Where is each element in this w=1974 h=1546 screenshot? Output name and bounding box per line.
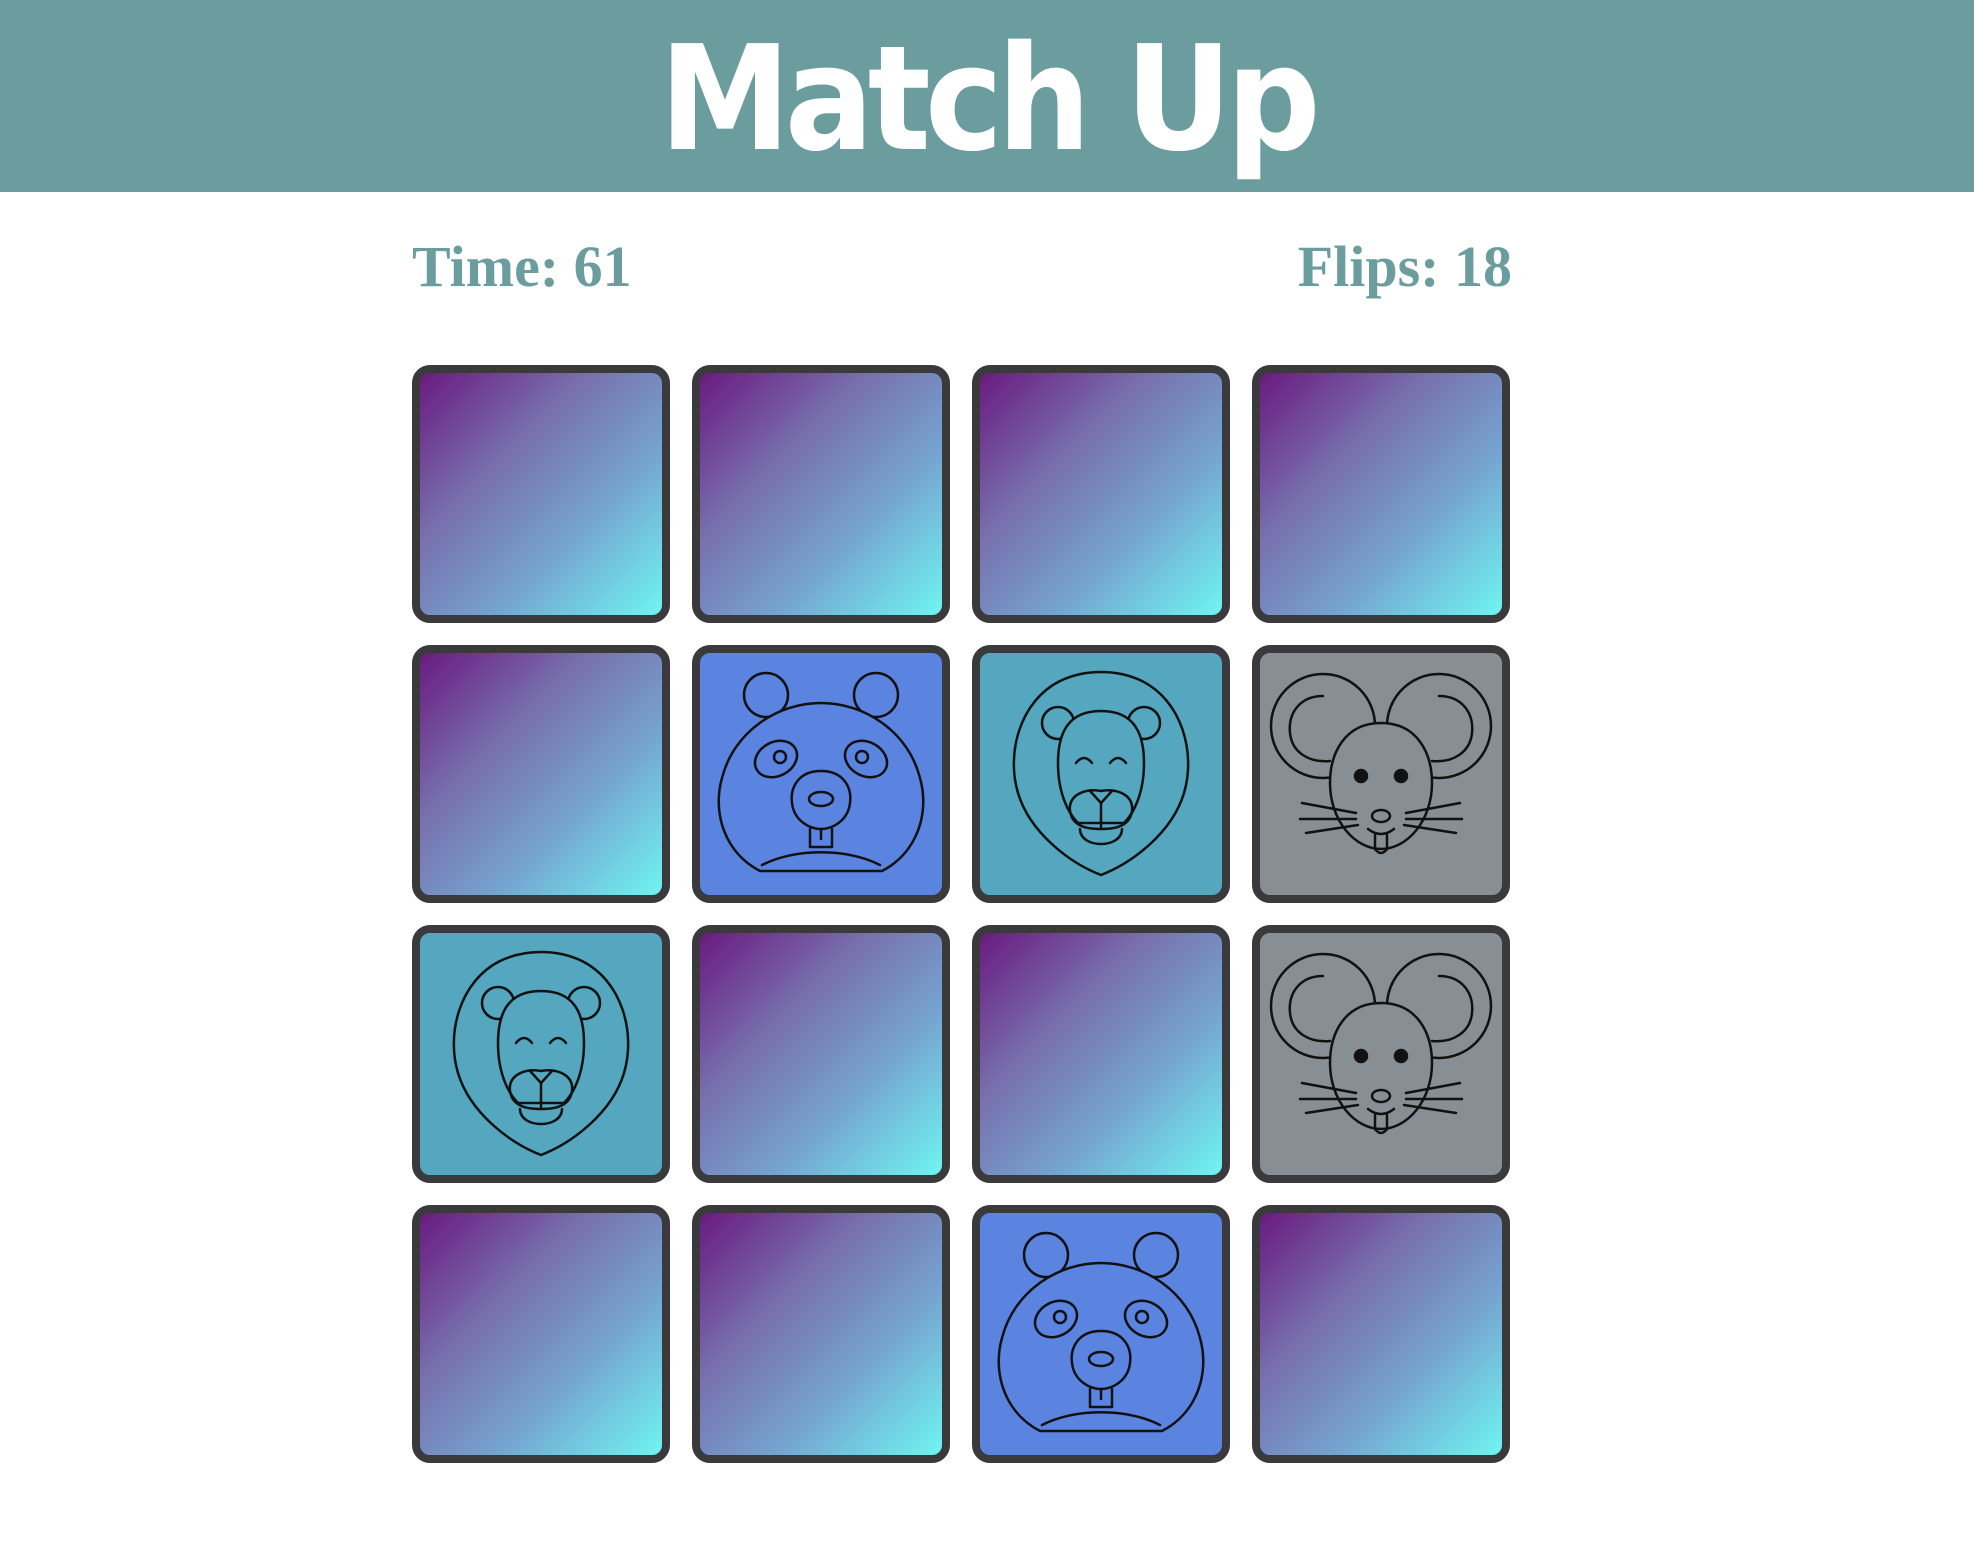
card-panda[interactable] — [692, 645, 950, 903]
card-face-down[interactable] — [412, 1205, 670, 1463]
mouse-icon — [1269, 952, 1493, 1135]
card-mouse[interactable] — [1252, 645, 1510, 903]
card-face-down[interactable] — [692, 925, 950, 1183]
card-lion[interactable] — [412, 925, 670, 1183]
card-face-down[interactable] — [1252, 365, 1510, 623]
panda-icon — [997, 1231, 1205, 1433]
card-face-down[interactable] — [972, 365, 1230, 623]
time-counter: Time: 61 — [412, 234, 632, 299]
lion-icon — [452, 950, 630, 1157]
card-panda[interactable] — [972, 1205, 1230, 1463]
header-bar: Match Up — [0, 0, 1974, 192]
lion-icon — [1012, 670, 1190, 877]
card-face-down[interactable] — [1252, 1205, 1510, 1463]
card-face-down[interactable] — [412, 365, 670, 623]
card-grid — [412, 365, 1512, 1465]
panda-icon — [717, 671, 925, 873]
game-title: Match Up — [659, 14, 1320, 185]
mouse-icon — [1269, 672, 1493, 855]
card-lion[interactable] — [972, 645, 1230, 903]
card-face-down[interactable] — [692, 1205, 950, 1463]
card-face-down[interactable] — [412, 645, 670, 903]
card-face-down[interactable] — [692, 365, 950, 623]
flips-counter: Flips: 18 — [1297, 234, 1512, 299]
card-face-down[interactable] — [972, 925, 1230, 1183]
card-mouse[interactable] — [1252, 925, 1510, 1183]
